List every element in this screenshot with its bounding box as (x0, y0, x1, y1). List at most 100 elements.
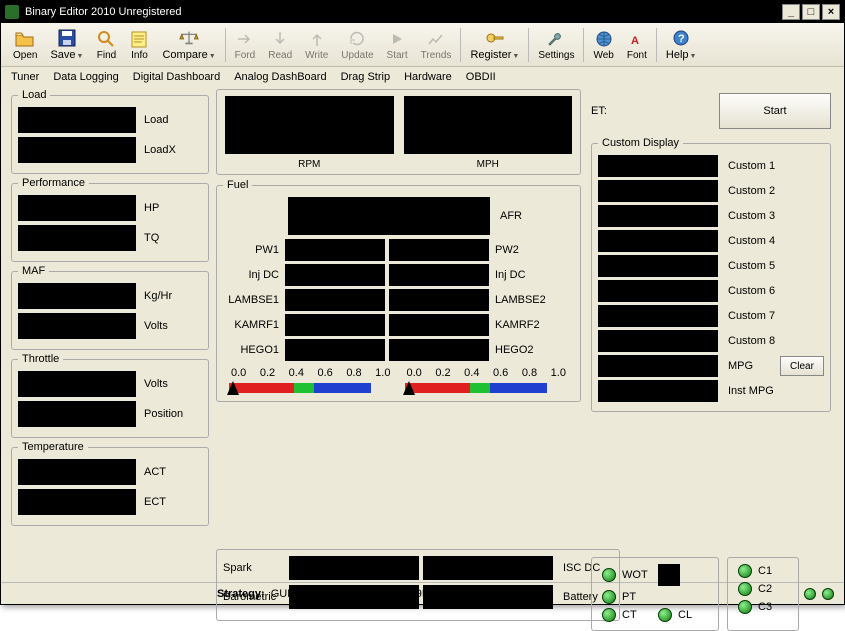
et-label: ET: (591, 105, 631, 117)
maf-group: MAF Kg/Hr Volts (11, 265, 209, 350)
hego1-display (285, 339, 385, 361)
maf-kghr-display (18, 283, 136, 309)
load-group: Load Load LoadX (11, 89, 209, 174)
settings-button[interactable]: Settings (532, 28, 580, 62)
magnifier-icon (96, 29, 116, 49)
tab-obdii[interactable]: OBDII (466, 71, 496, 83)
caret-down-icon: ▼ (209, 53, 216, 60)
act-display (18, 459, 136, 485)
fuel-group: Fuel AFR PW1PW2 Inj DCInj DC LAMBSE1LAMB… (216, 179, 581, 402)
cl-led-icon (658, 608, 672, 622)
bottom-group: SparkISC DC BarometricBattery (216, 549, 620, 621)
battery-display (423, 585, 553, 609)
tab-analog-dashboard[interactable]: Analog DashBoard (234, 71, 326, 83)
pw2-display (389, 239, 489, 261)
toolbar-separator (656, 28, 657, 62)
tab-data-logging[interactable]: Data Logging (53, 71, 118, 83)
maximize-button[interactable]: □ (802, 4, 820, 20)
titlebar: Binary Editor 2010 Unregistered _ □ × (1, 1, 844, 23)
web-button[interactable]: Web (587, 28, 619, 62)
wrench-icon (546, 29, 566, 49)
baro-display (289, 585, 419, 609)
c3-led-icon (738, 600, 752, 614)
compare-button[interactable]: Compare▼ (156, 27, 221, 62)
toolbar-separator (225, 28, 226, 62)
arrow-icon (235, 29, 255, 49)
save-button[interactable]: Save▼ (44, 27, 89, 62)
custom6-display (598, 280, 718, 302)
gauge-needle-icon (227, 381, 239, 395)
main-toolbar: Open Save▼ Find Info Compare▼ Ford Read … (1, 23, 844, 67)
caret-down-icon: ▼ (77, 53, 84, 60)
ford-button: Ford (229, 28, 262, 62)
kamrf2-display (389, 314, 489, 336)
app-icon (5, 5, 19, 19)
svg-text:A: A (631, 35, 639, 47)
rpm-display (225, 96, 394, 154)
tab-digital-dashboard[interactable]: Digital Dashboard (133, 71, 220, 83)
custom-display-group: Custom Display Custom 1 Custom 2 Custom … (591, 137, 831, 412)
throttle-position-display (18, 401, 136, 427)
trends-button: Trends (415, 28, 458, 62)
read-button: Read (262, 28, 298, 62)
kamrf1-display (285, 314, 385, 336)
open-button[interactable]: Open (7, 28, 43, 62)
throttle-volts-display (18, 371, 136, 397)
spark-display (289, 556, 419, 580)
maf-volts-display (18, 313, 136, 339)
load-display (18, 107, 136, 133)
help-button[interactable]: ?Help▼ (660, 27, 703, 62)
window-title: Binary Editor 2010 Unregistered (25, 6, 182, 18)
scales-icon (179, 28, 199, 48)
wot-led-icon (602, 568, 616, 582)
notepad-icon (129, 29, 149, 49)
gauge-needle-icon (403, 381, 415, 395)
sub-toolbar: Tuner Data Logging Digital Dashboard Ana… (1, 67, 844, 87)
pt-led-icon (602, 590, 616, 604)
floppy-icon (57, 28, 77, 48)
chart-icon (426, 29, 446, 49)
wot-display (658, 564, 680, 586)
tab-drag-strip[interactable]: Drag Strip (341, 71, 391, 83)
dashboard-content: Load Load LoadX Performance HP TQ MAF Kg… (1, 87, 844, 582)
tab-tuner[interactable]: Tuner (11, 71, 39, 83)
clear-button[interactable]: Clear (780, 356, 824, 376)
find-button[interactable]: Find (90, 28, 122, 62)
register-button[interactable]: Register▼ (464, 27, 525, 62)
minimize-button[interactable]: _ (782, 4, 800, 20)
custom7-display (598, 305, 718, 327)
custom8-display (598, 330, 718, 352)
lambse1-display (285, 289, 385, 311)
caret-down-icon: ▼ (690, 53, 697, 60)
hego2-display (389, 339, 489, 361)
iscdc-display (423, 556, 553, 580)
info-button[interactable]: Info (123, 28, 155, 62)
close-button[interactable]: × (822, 4, 840, 20)
toolbar-separator (460, 28, 461, 62)
folder-open-icon (15, 29, 35, 49)
toolbar-separator (583, 28, 584, 62)
pw1-display (285, 239, 385, 261)
temperature-group: Temperature ACT ECT (11, 441, 209, 526)
custom3-display (598, 205, 718, 227)
indicator-group-1: WOT PT CTCL (591, 557, 719, 631)
svg-text:?: ? (678, 33, 685, 45)
tab-hardware[interactable]: Hardware (404, 71, 452, 83)
hego1-gauge: 0.00.20.40.60.81.0 (229, 367, 393, 395)
custom2-display (598, 180, 718, 202)
font-button[interactable]: AFont (621, 28, 653, 62)
main-window: Binary Editor 2010 Unregistered _ □ × Op… (0, 0, 845, 605)
afr-display (288, 197, 490, 235)
start-button[interactable]: Start (719, 93, 831, 129)
status-led-1-icon (804, 588, 816, 600)
indicator-group-2: C1 C2 C3 (727, 557, 799, 631)
throttle-group: Throttle Volts Position (11, 353, 209, 438)
lambse2-display (389, 289, 489, 311)
status-led-2-icon (822, 588, 834, 600)
start-button-tb: Start (381, 28, 414, 62)
hp-display (18, 195, 136, 221)
custom4-display (598, 230, 718, 252)
arrow-down-icon (270, 29, 290, 49)
injdc1-display (285, 264, 385, 286)
ect-display (18, 489, 136, 515)
